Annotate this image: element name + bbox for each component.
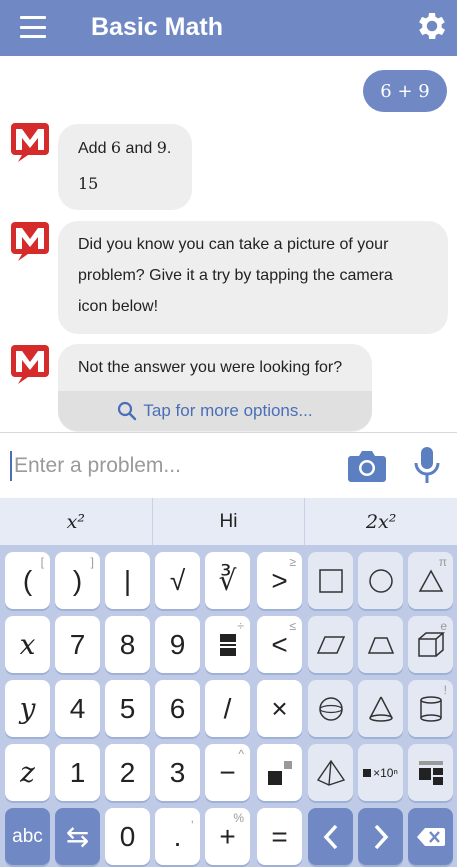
key-6[interactable]: 6 — [155, 680, 200, 737]
camera-icon[interactable] — [347, 447, 387, 483]
key-left-arrow[interactable] — [308, 808, 353, 865]
suggestion-item[interactable]: Hi — [153, 498, 306, 545]
square-icon — [318, 568, 343, 593]
cone-icon — [368, 696, 393, 722]
math-value: 9 — [156, 138, 167, 157]
parallelogram-icon — [316, 635, 345, 654]
key-nth-root[interactable]: ∛ — [205, 552, 250, 609]
key-circle[interactable] — [358, 552, 403, 609]
key-open-paren[interactable]: ([ — [5, 552, 50, 609]
key-plus[interactable]: +% — [205, 808, 250, 865]
key-2[interactable]: 2 — [105, 744, 150, 801]
suggestion-item[interactable]: 2x² — [305, 498, 457, 545]
more-options-button[interactable]: Tap for more options... — [58, 391, 372, 431]
key-minus[interactable]: − ^ — [205, 744, 250, 801]
message-text: Add — [78, 140, 111, 157]
message-text: Not the answer you were looking for? — [78, 359, 343, 376]
hamburger-menu-icon[interactable] — [20, 16, 46, 38]
key-sqrt[interactable]: √ — [155, 552, 200, 609]
cube-icon — [417, 631, 445, 657]
chevron-right-icon — [374, 824, 388, 849]
key-sphere[interactable] — [308, 680, 353, 737]
key-exponent[interactable] — [257, 744, 302, 801]
message-text: problem? Give it a try by tapping the ca… — [78, 267, 393, 284]
key-7[interactable]: 7 — [55, 616, 100, 673]
key-equals[interactable]: = — [257, 808, 302, 865]
circle-icon — [368, 568, 393, 593]
key-4[interactable]: 4 — [55, 680, 100, 737]
key-5[interactable]: 5 — [105, 680, 150, 737]
exponent-icon — [267, 760, 292, 785]
bot-message-answer: Add 6 and 9. 15 — [58, 124, 192, 210]
key-abs[interactable]: | — [105, 552, 150, 609]
matrix-icon — [418, 760, 443, 785]
key-cube[interactable]: e — [408, 616, 453, 673]
key-3[interactable]: 3 — [155, 744, 200, 801]
pyramid-icon — [316, 759, 345, 786]
key-matrix[interactable] — [408, 744, 453, 801]
chat-area: 6 + 9 Add 6 and 9. 15 Did you know you c… — [0, 56, 457, 432]
key-multiply[interactable]: × — [257, 680, 302, 737]
math-value: 6 — [110, 138, 122, 157]
key-9[interactable]: 9 — [155, 616, 200, 673]
key-triangle[interactable]: π — [408, 552, 453, 609]
key-close-paren[interactable]: )] — [55, 552, 100, 609]
key-scientific-notation[interactable]: ×10ⁿ — [358, 744, 403, 801]
page-title: Basic Math — [91, 13, 223, 41]
message-text: icon below! — [78, 298, 159, 315]
mathway-logo-avatar — [11, 123, 49, 162]
key-square[interactable] — [308, 552, 353, 609]
gear-icon[interactable] — [414, 8, 450, 44]
key-abc[interactable]: abc — [5, 808, 50, 865]
suggestion-item[interactable]: x² — [0, 498, 153, 545]
key-pyramid[interactable] — [308, 744, 353, 801]
key-divide[interactable]: / — [205, 680, 250, 737]
user-message-bubble: 6 + 9 — [363, 70, 447, 112]
key-backspace[interactable] — [408, 808, 453, 865]
key-trapezoid[interactable] — [358, 616, 403, 673]
backspace-icon — [416, 827, 445, 846]
fraction-icon — [219, 633, 236, 656]
key-fraction[interactable]: ÷ — [205, 616, 250, 673]
key-y[interactable]: y — [5, 680, 50, 737]
sphere-icon — [318, 696, 343, 721]
mathway-logo-avatar — [11, 222, 49, 261]
message-text: . — [166, 140, 172, 157]
message-text: Did you know you can take a picture of y… — [78, 236, 389, 253]
cylinder-icon — [419, 695, 442, 722]
microphone-icon[interactable] — [412, 445, 442, 485]
trapezoid-icon — [367, 636, 394, 654]
key-x[interactable]: x — [5, 616, 50, 673]
input-bar: Enter a problem... — [0, 432, 457, 498]
key-switch[interactable]: ⇆ — [55, 808, 100, 865]
key-z[interactable]: z — [5, 744, 50, 801]
key-parallelogram[interactable] — [308, 616, 353, 673]
key-less[interactable]: < ≤ — [257, 616, 302, 673]
more-options-label: Tap for more options... — [143, 401, 313, 420]
message-text: and — [121, 140, 157, 157]
triangle-icon — [418, 568, 443, 592]
chevron-left-icon — [323, 824, 337, 849]
mathway-logo-avatar — [11, 345, 49, 384]
suggestion-bar: x² Hi 2x² — [0, 498, 457, 545]
bot-message-tip: Did you know you can take a picture of y… — [58, 221, 448, 334]
key-decimal[interactable]: ., — [155, 808, 200, 865]
problem-input[interactable]: Enter a problem... — [10, 451, 330, 481]
math-keyboard: ([ )] | √ ∛ > ≥ π x 7 8 9 ÷ < ≤ e y 4 5 6 … — [0, 545, 457, 867]
key-1[interactable]: 1 — [55, 744, 100, 801]
key-right-arrow[interactable] — [358, 808, 403, 865]
search-icon — [118, 401, 137, 421]
key-0[interactable]: 0 — [105, 808, 150, 865]
app-header: Basic Math — [0, 0, 457, 56]
key-greater[interactable]: > ≥ — [257, 552, 302, 609]
key-cone[interactable] — [358, 680, 403, 737]
answer-value: 15 — [78, 174, 99, 193]
key-8[interactable]: 8 — [105, 616, 150, 673]
key-cylinder[interactable]: ! — [408, 680, 453, 737]
